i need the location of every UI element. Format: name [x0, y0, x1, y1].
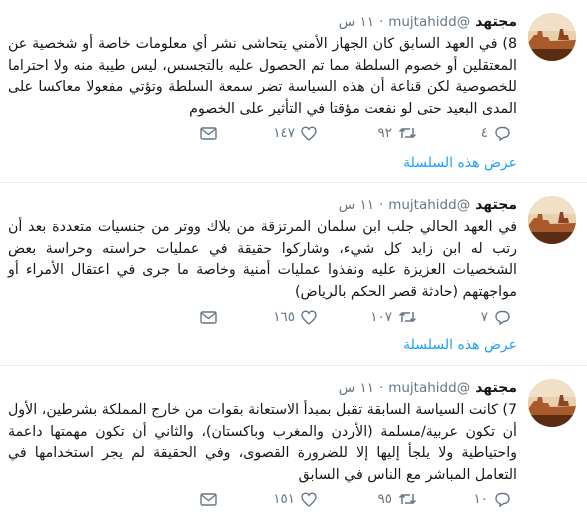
heart-icon	[301, 125, 317, 141]
direct-message-button[interactable]	[200, 488, 217, 510]
tweet[interactable]: مجتهد @mujtahidd · ١١ س 8) في العهد السا…	[0, 0, 587, 183]
retweet-count: ٩٥	[377, 491, 392, 507]
author-handle[interactable]: @mujtahidd	[388, 380, 470, 396]
tweet[interactable]: مجتهد @mujtahidd · ١١ س في العهد الحالي …	[0, 183, 587, 366]
desert-landscape-avatar-icon	[528, 13, 576, 61]
reply-icon	[495, 126, 510, 141]
desert-landscape-avatar-icon	[528, 196, 576, 244]
direct-message-button[interactable]	[200, 122, 217, 144]
author-handle[interactable]: @mujtahidd	[388, 14, 470, 30]
separator-dot: ·	[379, 14, 384, 30]
retweet-count: ١٠٧	[370, 309, 392, 325]
reply-button[interactable]: ٤	[481, 122, 511, 144]
like-count: ١٤٧	[273, 125, 295, 141]
avatar[interactable]	[528, 13, 576, 61]
like-count: ١٥١	[273, 491, 295, 507]
reply-count: ١٠	[473, 491, 488, 507]
like-count: ١٦٥	[273, 309, 295, 325]
tweet[interactable]: مجتهد @mujtahidd · ١١ س 7) كانت السياسة …	[0, 366, 587, 519]
tweet-timestamp[interactable]: ١١ س	[339, 380, 374, 396]
retweet-count: ٩٢	[377, 125, 392, 141]
like-button[interactable]: ١٤٧	[273, 122, 317, 144]
reply-button[interactable]: ١٠	[473, 488, 511, 510]
author-handle[interactable]: @mujtahidd	[388, 197, 470, 213]
reply-icon	[495, 492, 510, 507]
show-thread-link[interactable]: عرض هذه السلسلة	[403, 337, 517, 353]
tweet-feed: مجتهد @mujtahidd · ١١ س 8) في العهد السا…	[0, 0, 587, 519]
like-button[interactable]: ١٥١	[273, 488, 317, 510]
reply-count: ٤	[480, 125, 488, 141]
reply-count: ٧	[480, 309, 488, 325]
retweet-button[interactable]: ١٠٧	[370, 306, 417, 328]
heart-icon	[301, 309, 317, 325]
tweet-actions: ١٠ ٩٥ ١٥١	[0, 488, 517, 510]
author-name[interactable]: مجتهد	[475, 197, 517, 213]
author-name[interactable]: مجتهد	[475, 380, 517, 396]
envelope-icon	[200, 492, 217, 506]
tweet-timestamp[interactable]: ١١ س	[339, 197, 374, 213]
show-thread-link[interactable]: عرض هذه السلسلة	[403, 155, 517, 171]
retweet-button[interactable]: ٩٢	[377, 122, 417, 144]
heart-icon	[301, 491, 317, 507]
tweet-header: مجتهد @mujtahidd · ١١ س	[339, 12, 517, 32]
separator-dot: ·	[379, 380, 384, 396]
tweet-actions: ٤ ٩٢ ١٤٧	[0, 122, 517, 144]
tweet-timestamp[interactable]: ١١ س	[339, 14, 374, 30]
retweet-icon	[398, 312, 417, 322]
retweet-button[interactable]: ٩٥	[377, 488, 417, 510]
author-name[interactable]: مجتهد	[475, 14, 517, 30]
avatar[interactable]	[528, 379, 576, 427]
avatar[interactable]	[528, 196, 576, 244]
envelope-icon	[200, 310, 217, 324]
envelope-icon	[200, 126, 217, 140]
tweet-header: مجتهد @mujtahidd · ١١ س	[339, 378, 517, 398]
direct-message-button[interactable]	[200, 306, 217, 328]
reply-button[interactable]: ٧	[481, 306, 511, 328]
retweet-icon	[398, 494, 417, 504]
tweet-header: مجتهد @mujtahidd · ١١ س	[339, 195, 517, 215]
tweet-text: 7) كانت السياسة السابقة تقبل بمبدأ الاست…	[8, 402, 517, 483]
retweet-icon	[398, 128, 417, 138]
like-button[interactable]: ١٦٥	[273, 306, 317, 328]
tweet-text: 8) في العهد السابق كان الجهاز الأمني يتح…	[8, 36, 517, 117]
desert-landscape-avatar-icon	[528, 379, 576, 427]
reply-icon	[495, 310, 510, 325]
tweet-actions: ٧ ١٠٧ ١٦٥	[0, 306, 517, 328]
separator-dot: ·	[379, 197, 384, 213]
tweet-text: في العهد الحالي جلب ابن سلمان المرتزقة م…	[8, 219, 517, 300]
